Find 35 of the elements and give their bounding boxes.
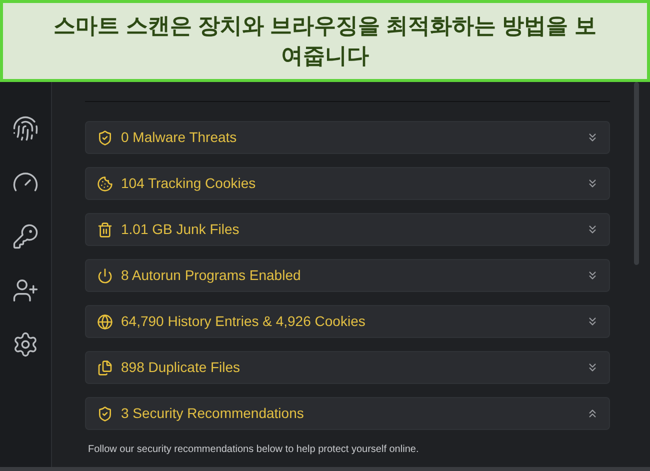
collapse-icon: [586, 407, 599, 420]
result-label: 8 Autorun Programs Enabled: [121, 266, 301, 285]
trash-icon: [97, 222, 113, 238]
scan-result-row[interactable]: 64,790 History Entries & 4,926 Cookies: [85, 305, 610, 338]
result-label: 3 Security Recommendations: [121, 404, 304, 423]
result-label: 64,790 History Entries & 4,926 Cookies: [121, 312, 366, 331]
shield-icon: [97, 130, 113, 146]
document-icon: [97, 360, 113, 376]
caption-text: 스마트 스캔은 장치와 브라우징을 최적화하는 방법을 보여줍니다: [52, 12, 598, 70]
add-user-icon[interactable]: [12, 277, 39, 304]
key-icon[interactable]: [12, 223, 39, 250]
expand-icon: [586, 131, 599, 144]
expand-icon: [586, 223, 599, 236]
scan-result-row[interactable]: 8 Autorun Programs Enabled: [85, 259, 610, 292]
scan-result-row[interactable]: 898 Duplicate Files: [85, 351, 610, 384]
expand-icon: [586, 315, 599, 328]
result-label: 104 Tracking Cookies: [121, 174, 256, 193]
result-label: 1.01 GB Junk Files: [121, 220, 240, 239]
globe-icon: [97, 314, 113, 330]
fingerprint-icon[interactable]: [12, 115, 39, 142]
recommendations-note: Follow our security recommendations below to help protect yourself online.: [88, 443, 420, 457]
scrollbar-thumb[interactable]: [634, 82, 639, 265]
result-label: 898 Duplicate Files: [121, 358, 240, 377]
settings-icon[interactable]: [12, 331, 39, 358]
expand-icon: [586, 361, 599, 374]
scan-result-row[interactable]: 3 Security Recommendations: [85, 397, 610, 430]
scan-result-row[interactable]: 104 Tracking Cookies: [85, 167, 610, 200]
scan-result-row[interactable]: 1.01 GB Junk Files: [85, 213, 610, 246]
power-icon: [97, 268, 113, 284]
cookie-icon: [97, 176, 113, 192]
expand-icon: [586, 177, 599, 190]
scan-result-row[interactable]: 0 Malware Threats: [85, 121, 610, 154]
shield-icon: [97, 406, 113, 422]
result-label: 0 Malware Threats: [121, 128, 237, 147]
expand-icon: [586, 269, 599, 282]
